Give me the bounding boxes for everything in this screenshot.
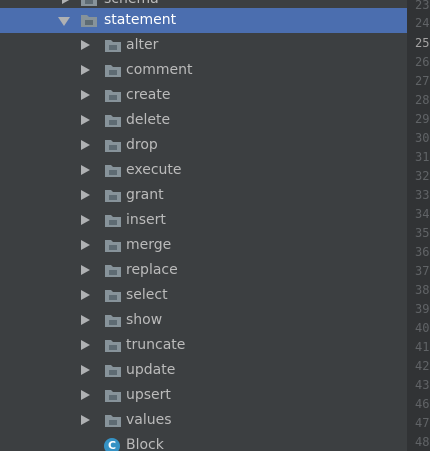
chevron-right-icon[interactable] [81,115,90,125]
line-number: 46 [415,397,430,411]
chevron-right-icon[interactable] [81,415,90,425]
folder-icon [105,165,121,177]
folder-icon [105,140,121,152]
folder-icon [105,340,121,352]
tree-item-label: alter [126,37,159,53]
line-number: 32 [415,169,430,183]
tree-item-comment[interactable]: comment [0,58,407,83]
line-number: 37 [415,264,430,278]
tree-item-select[interactable]: select [0,283,407,308]
folder-icon [81,15,97,27]
chevron-right-icon[interactable] [81,240,90,250]
chevron-right-icon[interactable] [81,140,90,150]
chevron-right-icon[interactable] [81,390,90,400]
chevron-right-icon[interactable] [81,190,90,200]
line-number: 24 [415,16,430,30]
chevron-down-icon[interactable] [58,17,70,26]
line-number: 48 [415,435,430,449]
tree-item-alter[interactable]: alter [0,33,407,58]
folder-icon [105,415,121,427]
tree-item-merge[interactable]: merge [0,233,407,258]
tree-item-label: values [126,412,172,428]
chevron-right-icon[interactable] [81,315,90,325]
tree-item-grant[interactable]: grant [0,183,407,208]
tree-item-label: upsert [126,387,171,403]
tree-item-label: select [126,287,168,303]
tree-item-label: create [126,87,171,103]
line-number: 30 [415,131,430,145]
folder-icon [105,65,121,77]
folder-icon [105,40,121,52]
folder-icon [81,0,97,6]
line-number: 42 [415,359,430,373]
tree-item-drop[interactable]: drop [0,133,407,158]
line-number: 34 [415,207,430,221]
tree-item-label: show [126,312,163,328]
folder-icon [105,390,121,402]
tree-item-label: comment [126,62,193,78]
chevron-right-icon[interactable] [62,0,71,4]
line-number: 27 [415,74,430,88]
tree-item-insert[interactable]: insert [0,208,407,233]
tree-item-label: delete [126,112,171,128]
line-number: 47 [415,416,430,430]
folder-icon [105,240,121,252]
tree-item-label: merge [126,237,172,253]
tree-item-label: execute [126,162,182,178]
line-number: 35 [415,226,430,240]
class-icon: C [104,438,120,451]
folder-icon [105,190,121,202]
chevron-right-icon[interactable] [81,90,90,100]
line-number-current: 25 [415,36,430,50]
tree-item-delete[interactable]: delete [0,108,407,133]
folder-icon [105,265,121,277]
line-number: 29 [415,112,430,126]
tree-item-label: insert [126,212,166,228]
chevron-right-icon[interactable] [81,265,90,275]
line-number: 39 [415,302,430,316]
tree-item-label: truncate [126,337,186,353]
tree-item-replace[interactable]: replace [0,258,407,283]
line-number: 23 [415,0,430,12]
line-number: 28 [415,93,430,107]
folder-icon [105,215,121,227]
chevron-right-icon[interactable] [81,290,90,300]
folder-icon [105,290,121,302]
tree-item-truncate[interactable]: truncate [0,333,407,358]
tree-item-label: grant [126,187,164,203]
chevron-right-icon[interactable] [81,65,90,75]
line-number: 26 [415,55,430,69]
tree-item-block[interactable]: C Block [0,433,407,451]
tree-item-values[interactable]: values [0,408,407,433]
line-number: 31 [415,150,430,164]
tree-item-label: statement [104,12,177,28]
chevron-right-icon[interactable] [81,365,90,375]
folder-icon [105,365,121,377]
tree-item-upsert[interactable]: upsert [0,383,407,408]
folder-icon [105,315,121,327]
folder-icon [105,90,121,102]
project-tree[interactable]: schema statement alter comment create de… [0,0,407,451]
tree-item-statement[interactable]: statement [0,8,407,33]
line-number: 36 [415,245,430,259]
chevron-right-icon[interactable] [81,340,90,350]
tree-item-update[interactable]: update [0,358,407,383]
tree-item-show[interactable]: show [0,308,407,333]
chevron-right-icon[interactable] [81,165,90,175]
tree-item-execute[interactable]: execute [0,158,407,183]
line-number: 38 [415,283,430,297]
tree-item-label: Block [126,437,164,451]
tree-item-create[interactable]: create [0,83,407,108]
tree-item-label: replace [126,262,178,278]
chevron-right-icon[interactable] [81,40,90,50]
line-number: 40 [415,321,430,335]
tree-item-label: update [126,362,176,378]
line-number: 43 [415,378,430,392]
chevron-right-icon[interactable] [81,215,90,225]
folder-icon [105,115,121,127]
line-number-gutter: 23 24 25 26 27 28 29 30 31 32 33 34 35 3… [407,0,430,451]
line-number: 41 [415,340,430,354]
line-number: 33 [415,188,430,202]
tree-item-label: drop [126,137,158,153]
